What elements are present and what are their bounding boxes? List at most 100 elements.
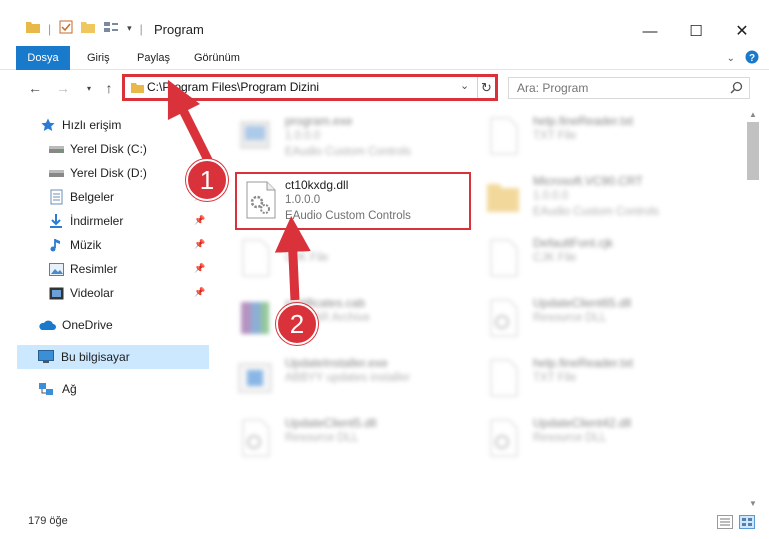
ribbon-tabs: Dosya Giriş Paylaş Görünüm ⌄ ? xyxy=(0,46,769,70)
file-item[interactable]: UpdateClient42.dll Resource DLL xyxy=(473,410,713,466)
highlighted-file-item[interactable]: ct10kxdg.dll 1.0.0.0 EAudio Custom Contr… xyxy=(235,172,471,230)
customize-view-icon[interactable] xyxy=(103,20,119,37)
forward-arrow-icon[interactable]: → xyxy=(54,79,72,97)
file-icon xyxy=(237,238,273,278)
installer-icon xyxy=(237,358,273,398)
properties-icon[interactable] xyxy=(59,20,73,37)
download-icon xyxy=(48,213,64,229)
tab-file[interactable]: Dosya xyxy=(16,46,70,70)
file-name: Microsoft.VC90.CRT xyxy=(533,174,643,188)
dll-file-icon xyxy=(485,418,521,458)
sidebar-item-network[interactable]: Ağ xyxy=(0,377,209,401)
pin-icon[interactable]: 📌 xyxy=(194,263,205,274)
refresh-icon[interactable]: ↻ xyxy=(477,77,495,98)
file-type: Resource DLL xyxy=(285,432,359,444)
up-arrow-icon[interactable]: ↑ xyxy=(100,79,118,97)
separator: | xyxy=(139,21,143,36)
file-name: cjk xyxy=(285,236,300,250)
file-item[interactable]: help.fineReader.txt TXT File xyxy=(473,350,713,406)
sidebar-item-music[interactable]: Müzik 📌 xyxy=(0,233,209,257)
sidebar-item-videos[interactable]: Videolar 📌 xyxy=(0,281,209,305)
file-version: 1.0.0.0 xyxy=(285,130,321,142)
expand-ribbon-icon[interactable]: ⌄ xyxy=(727,53,735,64)
sidebar-item-local-disk-d[interactable]: Yerel Disk (D:) xyxy=(0,161,209,185)
file-item[interactable]: cjk CJK File xyxy=(225,230,465,286)
maximize-button[interactable]: ☐ xyxy=(673,16,719,46)
quick-access-toolbar: | ▾ | xyxy=(26,20,143,37)
sidebar-item-this-pc[interactable]: Bu bilgisayar xyxy=(17,345,209,369)
sidebar-item-label: Yerel Disk (C:) xyxy=(70,142,147,156)
text-file-icon xyxy=(485,116,521,156)
sidebar-item-label: Videolar xyxy=(70,286,114,300)
search-box[interactable] xyxy=(508,77,750,99)
dropdown-chevron-icon[interactable]: ▾ xyxy=(127,23,132,34)
file-icon xyxy=(485,238,521,278)
file-name: UpdateClient42.dll xyxy=(533,416,632,430)
file-name: UpdateClient5.dll xyxy=(285,416,377,430)
address-row: ← → ▾ ↑ C:\Program Files\Program Dizini … xyxy=(0,70,769,106)
file-type: Resource DLL xyxy=(533,312,607,324)
scrollbar-thumb[interactable] xyxy=(747,122,759,180)
file-item[interactable]: program.exe 1.0.0.0 EAudio Custom Contro… xyxy=(225,108,465,164)
file-name: help.fineReader.txt xyxy=(533,114,634,128)
search-input[interactable] xyxy=(509,78,719,98)
details-view-icon[interactable] xyxy=(717,515,733,532)
pin-icon[interactable]: 📌 xyxy=(194,287,205,298)
sidebar-item-onedrive[interactable]: OneDrive xyxy=(0,313,209,337)
new-folder-icon[interactable] xyxy=(81,21,96,36)
status-bar: 179 öğe xyxy=(0,507,769,539)
sidebar-item-downloads[interactable]: İndirmeler 📌 xyxy=(0,209,209,233)
scroll-up-icon[interactable]: ▲ xyxy=(749,110,757,119)
file-item[interactable]: UpdateClient65.dll Resource DLL xyxy=(473,290,713,346)
sidebar-item-local-disk-c[interactable]: Yerel Disk (C:) xyxy=(0,137,209,161)
view-switcher xyxy=(717,515,755,532)
address-path[interactable]: C:\Program Files\Program Dizini xyxy=(147,80,319,94)
file-description: EAudio Custom Controls xyxy=(285,210,411,222)
network-icon xyxy=(38,381,54,397)
pin-icon[interactable]: 📌 xyxy=(194,239,205,250)
vertical-scrollbar[interactable]: ▲ ▼ xyxy=(745,106,762,510)
minimize-button[interactable]: — xyxy=(627,16,673,46)
tab-home[interactable]: Giriş xyxy=(87,46,110,70)
sidebar-item-quick-access[interactable]: Hızlı erişim xyxy=(0,113,209,137)
file-description: EAudio Custom Controls xyxy=(533,206,659,218)
separator: | xyxy=(48,21,52,36)
step-2-badge: 2 xyxy=(276,303,318,345)
file-type: TXT File xyxy=(533,130,577,142)
item-count: 179 öğe xyxy=(28,515,68,527)
ribbon-controls: ⌄ ? xyxy=(727,50,759,67)
address-bar[interactable]: C:\Program Files\Program Dizini ⌄ ↻ xyxy=(122,74,498,101)
file-item[interactable]: DefaultFont.cjk CJK File xyxy=(473,230,713,286)
file-item[interactable]: certificates.cab WinRAR Archive xyxy=(225,290,465,346)
file-item[interactable]: ct10kxdg.dll 1.0.0.0 EAudio Custom Contr… xyxy=(235,172,471,228)
back-arrow-icon[interactable]: ← xyxy=(26,79,44,97)
tab-share[interactable]: Paylaş xyxy=(137,46,170,70)
file-name: help.fineReader.txt xyxy=(533,356,634,370)
dll-file-icon xyxy=(237,418,273,458)
sidebar-item-documents[interactable]: Belgeler 📌 xyxy=(0,185,209,209)
sidebar-item-label: Belgeler xyxy=(70,190,115,204)
tab-view[interactable]: Görünüm xyxy=(194,46,240,70)
pin-icon[interactable]: 📌 xyxy=(194,215,205,226)
file-item[interactable]: Microsoft.VC90.CRT 1.0.0.0 EAudio Custom… xyxy=(473,168,713,224)
sidebar-item-pictures[interactable]: Resimler 📌 xyxy=(0,257,209,281)
sidebar-item-label: Ağ xyxy=(62,382,77,396)
dll-file-icon xyxy=(243,180,279,220)
sidebar-item-label: OneDrive xyxy=(62,318,113,332)
file-item[interactable]: help.fineReader.txt TXT File xyxy=(473,108,713,164)
svg-text:?: ? xyxy=(749,53,755,64)
text-file-icon xyxy=(485,358,521,398)
large-icons-view-icon[interactable] xyxy=(739,515,755,532)
pictures-icon xyxy=(48,261,64,277)
close-button[interactable]: ✕ xyxy=(719,16,765,46)
archive-icon xyxy=(237,298,273,338)
recent-locations-chevron-icon[interactable]: ▾ xyxy=(80,79,98,97)
file-item[interactable]: UpdateClient5.dll Resource DLL xyxy=(225,410,465,466)
file-version: 1.0.0.0 xyxy=(533,190,569,202)
search-icon[interactable] xyxy=(730,81,743,97)
file-item[interactable]: UpdateInstaller.exe ABBYY updates instal… xyxy=(225,350,465,406)
file-type: Resource DLL xyxy=(533,432,607,444)
help-icon[interactable]: ? xyxy=(745,50,759,67)
sidebar-item-label: Müzik xyxy=(70,238,102,252)
address-dropdown-chevron-icon[interactable]: ⌄ xyxy=(460,79,469,92)
